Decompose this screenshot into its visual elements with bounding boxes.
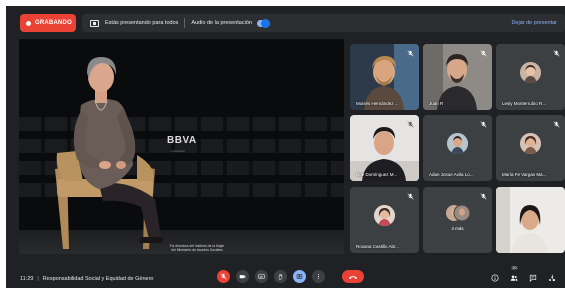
presentation-stage: BBVA Fundación Fui directora del Institu… bbox=[19, 39, 344, 254]
meeting-info: 11:29 | Responsabilidad Social y Equidad… bbox=[20, 276, 153, 282]
avatar bbox=[374, 205, 395, 226]
recording-dot-icon bbox=[26, 20, 31, 26]
avatar bbox=[520, 62, 541, 83]
participant-name: María Fe Vargas Ma... bbox=[502, 172, 547, 177]
recording-label: GRABANDO bbox=[35, 20, 72, 26]
people-button[interactable] bbox=[509, 273, 518, 282]
avatar bbox=[520, 133, 541, 154]
participant-name: Noé Domínguez M... bbox=[356, 172, 398, 177]
more-participants-tile[interactable]: 4 más bbox=[423, 187, 492, 253]
participant-name: Adan Josue Avila Lo... bbox=[429, 172, 474, 177]
stacked-avatars-icon bbox=[446, 204, 471, 222]
participant-name: Lesly Monterrubio R... bbox=[502, 101, 547, 106]
lower-third-caption: Fui directora del Instituto de la Mujer … bbox=[147, 244, 247, 252]
more-options-button[interactable] bbox=[312, 270, 325, 283]
mic-off-icon bbox=[552, 120, 560, 128]
mic-off-icon bbox=[552, 49, 560, 57]
activities-button[interactable] bbox=[547, 273, 556, 282]
hang-up-icon bbox=[348, 275, 358, 279]
audio-label: Audio de la presentación bbox=[191, 20, 252, 26]
present-button[interactable] bbox=[293, 270, 306, 283]
participant-tile[interactable] bbox=[496, 187, 565, 253]
mic-off-icon bbox=[220, 273, 227, 280]
speaker-figure bbox=[55, 57, 163, 249]
more-participants-count: 4 más bbox=[451, 226, 464, 231]
closed-captions-icon bbox=[258, 274, 265, 279]
info-icon bbox=[490, 273, 499, 282]
presenting-banner: Estás presentando para todos Audio de la… bbox=[82, 14, 565, 32]
participant-name: Roxana Castillo Abr... bbox=[356, 244, 400, 249]
participant-tile[interactable]: Lesly Monterrubio R... bbox=[496, 44, 565, 110]
separator: | bbox=[37, 276, 39, 282]
more-options-icon bbox=[317, 274, 320, 279]
mic-off-icon bbox=[406, 192, 414, 200]
avatar bbox=[447, 133, 468, 154]
hang-up-button[interactable] bbox=[342, 270, 364, 283]
people-icon bbox=[510, 275, 518, 281]
presenting-text: Estás presentando para todos bbox=[105, 20, 179, 26]
caption-line-2: del Ministerio de Asuntos Sociales bbox=[171, 248, 223, 252]
activities-icon bbox=[548, 274, 555, 281]
participant-name: Moisés Hernández ... bbox=[356, 101, 399, 106]
participant-name: Juan R bbox=[429, 101, 444, 106]
present-screen-icon bbox=[90, 19, 99, 27]
mic-off-icon bbox=[479, 192, 487, 200]
camera-button[interactable] bbox=[236, 270, 249, 283]
mic-off-button[interactable] bbox=[217, 270, 230, 283]
participant-tile[interactable]: María Fe Vargas Ma... bbox=[496, 115, 565, 181]
captions-button[interactable] bbox=[255, 270, 268, 283]
raise-hand-button[interactable] bbox=[274, 270, 287, 283]
participant-tile[interactable]: Roxana Castillo Abr... bbox=[350, 187, 419, 253]
info-button[interactable] bbox=[490, 273, 499, 282]
people-count-badge: 20 bbox=[511, 266, 518, 270]
mic-off-icon bbox=[406, 49, 414, 57]
bottom-control-bar: 11:29 | Responsabilidad Social y Equidad… bbox=[6, 261, 565, 288]
participant-tile[interactable]: Juan R bbox=[423, 44, 492, 110]
clock-time: 11:29 bbox=[20, 276, 34, 282]
chat-icon bbox=[529, 274, 536, 282]
participant-tile[interactable]: Noé Domínguez M... bbox=[350, 115, 419, 181]
meeting-title: Responsabilidad Social y Equidad de Géne… bbox=[42, 276, 154, 282]
participant-tile[interactable]: Moisés Hernández ... bbox=[350, 44, 419, 110]
stop-presenting-button[interactable]: Dejar de presentar bbox=[511, 20, 557, 26]
raise-hand-icon bbox=[278, 274, 283, 280]
mic-off-icon bbox=[406, 120, 414, 128]
camera-icon bbox=[239, 275, 246, 279]
audio-toggle[interactable] bbox=[256, 18, 270, 28]
participant-video bbox=[496, 187, 565, 253]
meet-window: GRABANDO Estás presentando para todos Au… bbox=[6, 6, 565, 288]
recording-badge: GRABANDO bbox=[20, 14, 76, 32]
chat-button[interactable] bbox=[528, 273, 537, 282]
mic-off-icon bbox=[479, 120, 487, 128]
participant-tile[interactable]: Adan Josue Avila Lo... bbox=[423, 115, 492, 181]
present-screen-icon bbox=[296, 274, 303, 279]
divider bbox=[184, 18, 186, 28]
mic-off-icon bbox=[479, 49, 487, 57]
